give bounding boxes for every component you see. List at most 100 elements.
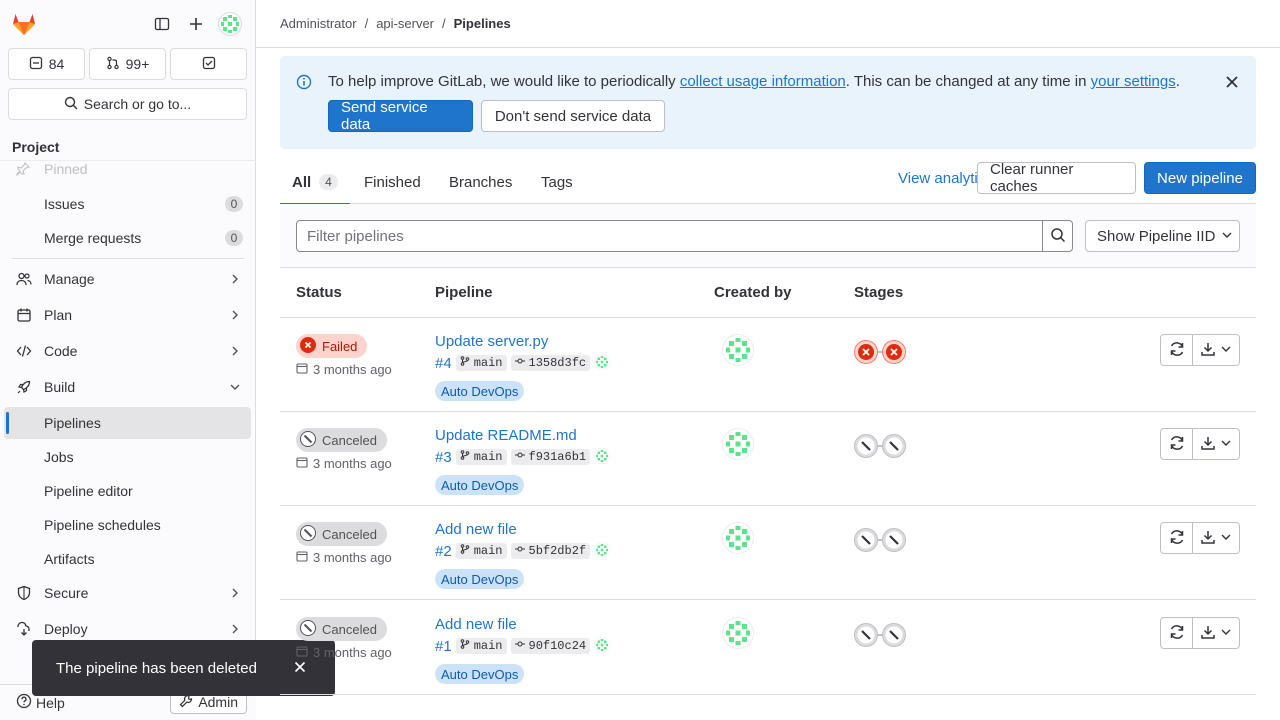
breadcrumb-separator: / xyxy=(364,16,369,31)
calendar-icon xyxy=(296,362,308,377)
download-artifacts-button[interactable] xyxy=(1193,522,1240,554)
chevron-down-icon xyxy=(1220,342,1232,358)
sidebar-item-code[interactable]: Code xyxy=(4,335,251,367)
sidebar-item-build[interactable]: Build xyxy=(4,371,251,403)
pipeline-id-type-select[interactable]: Show Pipeline IID xyxy=(1085,220,1240,252)
assigned-issues-button[interactable]: 84 xyxy=(8,48,85,80)
sidebar-item-manage[interactable]: Manage xyxy=(4,263,251,295)
search-button[interactable]: Search or go to... xyxy=(8,88,247,120)
stage-failed-icon[interactable] xyxy=(854,340,878,364)
sidebar-item-pipeline-schedules[interactable]: Pipeline schedules xyxy=(4,509,251,541)
stage-canceled-icon[interactable] xyxy=(854,434,878,458)
creator-avatar[interactable] xyxy=(722,334,754,366)
retry-icon xyxy=(1168,623,1186,644)
commit-sha[interactable]: f931a6b1 xyxy=(510,449,591,465)
download-artifacts-button[interactable] xyxy=(1193,334,1240,366)
sidebar-item-jobs[interactable]: Jobs xyxy=(4,441,251,473)
stage-canceled-icon[interactable] xyxy=(882,528,906,552)
pipeline-title-link[interactable]: Update server.py xyxy=(435,333,548,350)
close-icon[interactable] xyxy=(1224,74,1240,93)
sidebar-item-artifacts[interactable]: Artifacts xyxy=(4,543,251,575)
status-badge[interactable]: Canceled xyxy=(296,522,387,546)
creator-avatar[interactable] xyxy=(722,522,754,554)
dont-send-service-data-button[interactable]: Don't send service data xyxy=(481,100,665,132)
branch-ref[interactable]: main xyxy=(455,543,507,559)
commit-sha[interactable]: 1358d3fc xyxy=(510,355,591,371)
tab-finished[interactable]: Finished xyxy=(364,160,421,204)
sidebar-item-plan[interactable]: Plan xyxy=(4,299,251,331)
status-badge[interactable]: Failed xyxy=(296,334,368,358)
creator-avatar[interactable] xyxy=(722,617,754,649)
status-label: Canceled xyxy=(322,621,377,637)
toggle-sidebar-icon[interactable] xyxy=(148,10,176,38)
pipeline-id-link[interactable]: #2 xyxy=(435,543,452,560)
creator-avatar[interactable] xyxy=(722,428,754,460)
stage-failed-icon[interactable] xyxy=(882,340,906,364)
stage-canceled-icon[interactable] xyxy=(882,434,906,458)
pipeline-title-link[interactable]: Add new file xyxy=(435,521,517,538)
help-icon xyxy=(16,693,32,712)
chevron-right-icon xyxy=(229,622,241,638)
pipeline-tabs: All 4 Finished Branches Tags View analyt… xyxy=(280,160,1256,205)
status-badge[interactable]: Canceled xyxy=(296,617,387,641)
tab-all[interactable]: All 4 xyxy=(280,160,350,205)
commit-author-avatar[interactable] xyxy=(594,447,611,467)
pipeline-id-link[interactable]: #3 xyxy=(435,449,452,466)
retry-button[interactable] xyxy=(1160,617,1193,649)
filter-pipelines-input[interactable]: Filter pipelines xyxy=(296,220,1043,252)
commit-author-avatar[interactable] xyxy=(594,541,611,561)
commit-icon xyxy=(514,544,525,558)
column-header-created-by: Created by xyxy=(714,284,792,301)
commit-sha[interactable]: 90f10c24 xyxy=(510,638,591,654)
stage-canceled-icon[interactable] xyxy=(854,623,878,647)
pipeline-id-link[interactable]: #4 xyxy=(435,355,452,372)
todos-button[interactable] xyxy=(170,48,247,80)
table-row: Canceled 3 months ago Add new file #2 main 5b… xyxy=(280,506,1256,600)
tab-branches[interactable]: Branches xyxy=(449,160,512,204)
retry-button[interactable] xyxy=(1160,334,1193,366)
clear-runner-caches-button[interactable]: Clear runner caches xyxy=(977,161,1136,195)
column-header-pipeline: Pipeline xyxy=(435,284,493,301)
sidebar-item-issues[interactable]: Issues 0 xyxy=(4,188,251,220)
status-badge[interactable]: Canceled xyxy=(296,428,387,452)
pipeline-title-link[interactable]: Add new file xyxy=(435,616,517,633)
commit-sha[interactable]: 5bf2db2f xyxy=(510,543,591,559)
sidebar-item-pipeline-editor[interactable]: Pipeline editor xyxy=(4,475,251,507)
column-header-stages: Stages xyxy=(854,284,904,301)
download-artifacts-button[interactable] xyxy=(1193,617,1240,649)
branch-ref[interactable]: main xyxy=(455,449,507,465)
tab-tags[interactable]: Tags xyxy=(541,160,573,204)
sidebar-item-pinned[interactable]: Pinned xyxy=(4,161,251,185)
new-pipeline-button[interactable]: New pipeline xyxy=(1144,162,1256,194)
create-new-icon[interactable] xyxy=(182,10,210,38)
retry-button[interactable] xyxy=(1160,522,1193,554)
gitlab-logo-icon[interactable] xyxy=(10,10,38,38)
time-label: 3 months ago xyxy=(313,456,392,471)
sidebar-item-pipelines[interactable]: Pipelines xyxy=(4,407,251,439)
issues-icon xyxy=(29,56,43,73)
stage-canceled-icon[interactable] xyxy=(882,623,906,647)
breadcrumb-item[interactable]: Administrator xyxy=(280,16,357,31)
breadcrumb-item[interactable]: api-server xyxy=(376,16,434,31)
commit-author-avatar[interactable] xyxy=(594,636,611,656)
collect-usage-link[interactable]: collect usage information xyxy=(680,73,846,90)
breadcrumb-current[interactable]: Pipelines xyxy=(454,16,511,31)
download-artifacts-button[interactable] xyxy=(1193,428,1240,460)
branch-ref[interactable]: main xyxy=(455,355,507,371)
sidebar-item-merge-requests[interactable]: Merge requests 0 xyxy=(4,222,251,254)
user-avatar[interactable] xyxy=(216,10,244,38)
pipeline-title-link[interactable]: Update README.md xyxy=(435,427,577,444)
merge-requests-button[interactable]: 99+ xyxy=(89,48,166,80)
section-title: Project xyxy=(12,139,60,155)
commit-author-avatar[interactable] xyxy=(594,353,611,373)
pipeline-label-badge: Auto DevOps xyxy=(435,569,525,589)
branch-ref[interactable]: main xyxy=(455,638,507,654)
retry-button[interactable] xyxy=(1160,428,1193,460)
send-service-data-button[interactable]: Send service data xyxy=(328,99,473,133)
pipeline-id-link[interactable]: #1 xyxy=(435,638,452,655)
stage-canceled-icon[interactable] xyxy=(854,528,878,552)
filter-search-button[interactable] xyxy=(1042,220,1073,252)
sidebar-item-secure[interactable]: Secure xyxy=(4,577,251,609)
row-actions xyxy=(1160,522,1240,554)
your-settings-link[interactable]: your settings xyxy=(1091,73,1176,90)
